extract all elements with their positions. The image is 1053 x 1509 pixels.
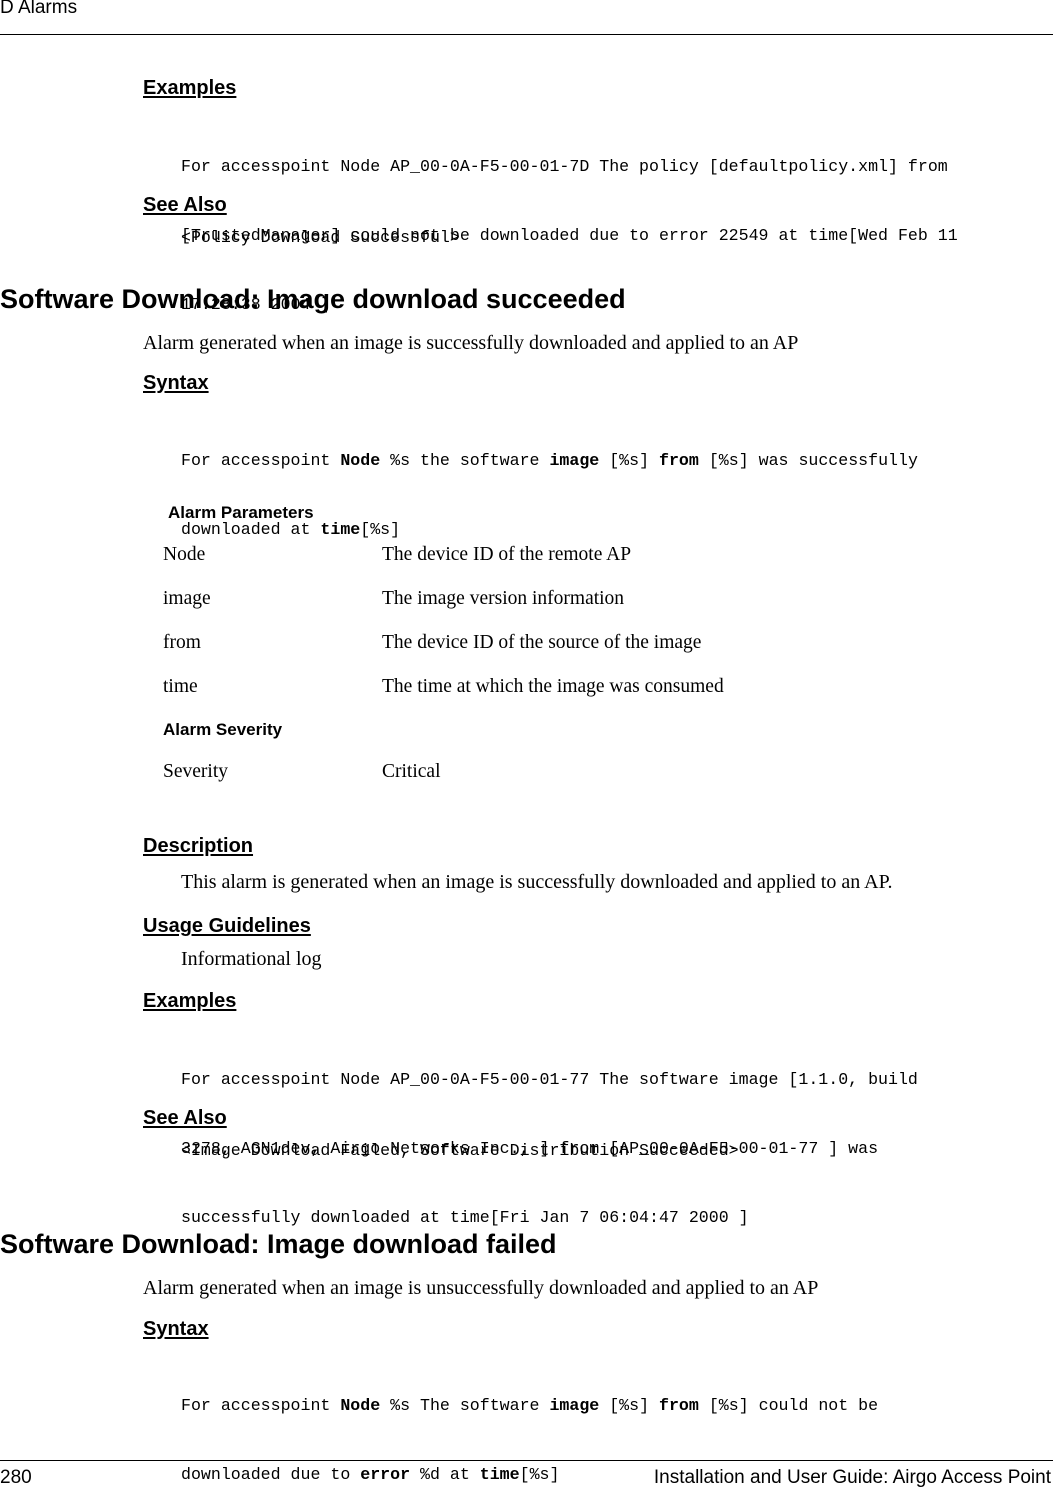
syntax-text: [%s] was successfully	[698, 451, 918, 470]
syntax-text: [%s]	[599, 451, 660, 470]
section-summary: Alarm generated when an image is success…	[143, 332, 799, 354]
severity-label: Severity	[163, 761, 228, 782]
alarm-parameters-heading: Alarm Parameters	[168, 503, 314, 522]
param-desc-time: The time at which the image was consumed	[382, 676, 724, 697]
syntax-keyword: Node	[340, 1396, 381, 1415]
param-name-node: Node	[163, 544, 206, 565]
syntax-text: downloaded due to	[181, 1465, 361, 1484]
syntax-code: For accesspoint Node %s the software ima…	[181, 403, 918, 564]
syntax-keyword: error	[360, 1465, 411, 1484]
syntax-text: For accesspoint	[181, 451, 341, 470]
syntax-line-1: For accesspoint Node %s The software ima…	[181, 1394, 878, 1417]
syntax-keyword: time	[320, 520, 361, 539]
header-rule	[0, 34, 1053, 35]
param-desc-node: The device ID of the remote AP	[382, 544, 632, 565]
param-name-from: from	[163, 632, 201, 653]
severity-value: Critical	[382, 761, 441, 782]
syntax-heading: Syntax	[143, 372, 209, 394]
section-summary: Alarm generated when an image is unsucce…	[143, 1277, 819, 1299]
usage-guidelines-text: Informational log	[181, 948, 322, 970]
running-header: D Alarms	[0, 0, 78, 18]
page-number: 280	[0, 1467, 32, 1488]
syntax-text: For accesspoint	[181, 1396, 341, 1415]
code-line: For accesspoint Node AP_00-0A-F5-00-01-7…	[181, 1070, 918, 1089]
examples-heading-prev: Examples	[143, 77, 237, 99]
footer-rule	[0, 1460, 1053, 1461]
see-also-heading-prev: See Also	[143, 194, 227, 216]
see-also-heading: See Also	[143, 1107, 227, 1129]
syntax-line-1: For accesspoint Node %s the software ima…	[181, 449, 918, 472]
syntax-keyword: from	[659, 451, 699, 470]
syntax-text: %d at	[410, 1465, 480, 1484]
param-desc-image: The image version information	[382, 588, 625, 609]
section-title-image-download-succeeded: Software Download: Image download succee…	[0, 284, 626, 314]
alarm-severity-heading: Alarm Severity	[163, 720, 283, 739]
syntax-heading: Syntax	[143, 1318, 209, 1340]
param-name-image: image	[163, 588, 211, 609]
usage-guidelines-heading: Usage Guidelines	[143, 915, 311, 937]
examples-heading: Examples	[143, 990, 237, 1012]
syntax-keyword: image	[549, 1396, 600, 1415]
syntax-text: [%s] could not be	[698, 1396, 879, 1415]
description-heading: Description	[143, 835, 254, 857]
description-text: This alarm is generated when an image is…	[181, 871, 893, 893]
param-name-time: time	[163, 676, 198, 697]
syntax-keyword: Node	[340, 451, 381, 470]
guide-title: Installation and User Guide: Airgo Acces…	[653, 1467, 1051, 1488]
syntax-text: [%s]	[519, 1465, 560, 1484]
syntax-text: %s the software	[380, 451, 550, 470]
syntax-text: %s The software	[380, 1396, 550, 1415]
syntax-text: [%s]	[599, 1396, 660, 1415]
see-also-text: <Image Download Failed, Software Distrib…	[181, 1141, 739, 1160]
see-also-text-prev: <Policy Download Successful>	[181, 228, 460, 247]
section-title-image-download-failed: Software Download: Image download failed	[0, 1229, 557, 1259]
examples-code: For accesspoint Node AP_00-0A-F5-00-01-7…	[181, 1022, 918, 1252]
code-line: For accesspoint Node AP_00-0A-F5-00-01-7…	[181, 157, 948, 176]
syntax-keyword: time	[479, 1465, 520, 1484]
param-desc-from: The device ID of the source of the image	[382, 632, 702, 653]
syntax-keyword: image	[549, 451, 600, 470]
syntax-text: [%s]	[360, 520, 401, 539]
code-line: successfully downloaded at time[Fri Jan …	[181, 1208, 749, 1227]
syntax-keyword: from	[659, 1396, 699, 1415]
